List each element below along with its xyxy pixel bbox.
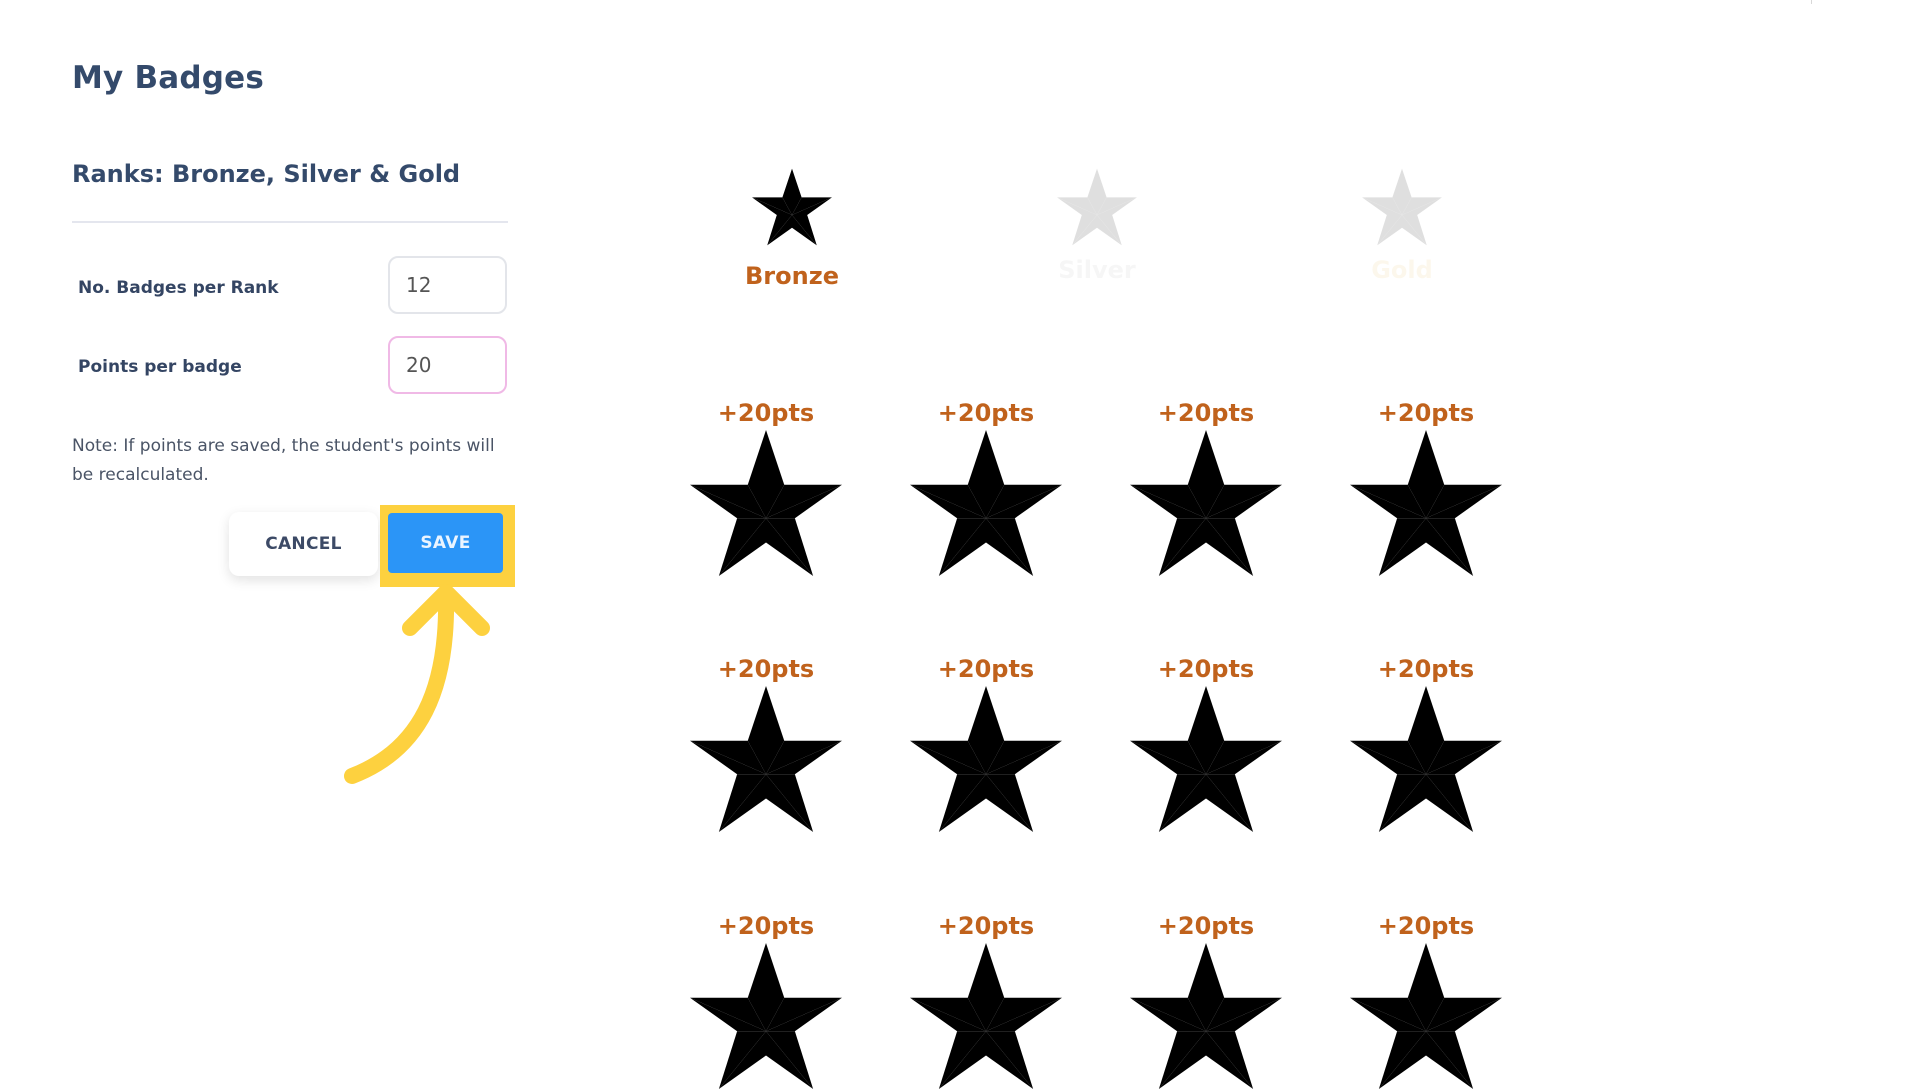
- badge-points: +20pts: [937, 655, 1035, 683]
- bronze-star-icon: [1130, 430, 1282, 576]
- page-title: My Badges: [72, 60, 265, 96]
- divider: [72, 221, 508, 223]
- badge-points: +20pts: [717, 655, 815, 683]
- bronze-star-icon: [690, 686, 842, 832]
- save-button[interactable]: SAVE: [388, 513, 503, 573]
- cancel-button[interactable]: CANCEL: [229, 512, 378, 576]
- rank-tab-gold[interactable]: Gold: [1322, 168, 1482, 284]
- badge-item[interactable]: +20pts: [906, 911, 1066, 1089]
- points-per-badge-input[interactable]: [388, 336, 507, 394]
- badge-item[interactable]: +20pts: [686, 398, 846, 576]
- badge-item[interactable]: +20pts: [906, 654, 1066, 832]
- badge-item[interactable]: +20pts: [1346, 398, 1506, 576]
- gold-star-icon: [1362, 168, 1442, 246]
- badges-per-rank-input[interactable]: [388, 256, 507, 314]
- badge-item[interactable]: +20pts: [906, 398, 1066, 576]
- badge-item[interactable]: +20pts: [1126, 398, 1286, 576]
- badge-item[interactable]: +20pts: [686, 654, 846, 832]
- badge-item[interactable]: +20pts: [1126, 911, 1286, 1089]
- badge-points: +20pts: [1157, 399, 1255, 427]
- silver-star-icon: [1057, 168, 1137, 246]
- bronze-star-icon: [1130, 686, 1282, 832]
- bronze-star-icon: [752, 168, 832, 246]
- badge-item[interactable]: +20pts: [1346, 654, 1506, 832]
- bronze-star-icon: [1350, 686, 1502, 832]
- badge-points: +20pts: [937, 399, 1035, 427]
- badge-points: +20pts: [1377, 399, 1475, 427]
- bronze-star-icon: [910, 943, 1062, 1089]
- bronze-star-icon: [910, 430, 1062, 576]
- badge-points: +20pts: [1157, 912, 1255, 940]
- pointer-arrow-icon: [344, 584, 490, 784]
- bronze-star-icon: [910, 686, 1062, 832]
- badges-per-rank-label: No. Badges per Rank: [78, 278, 279, 298]
- rank-tab-silver[interactable]: Silver: [1017, 168, 1177, 284]
- rank-tab-bronze[interactable]: Bronze: [712, 168, 872, 290]
- points-per-badge-label: Points per badge: [78, 357, 242, 377]
- badge-item[interactable]: +20pts: [686, 911, 846, 1089]
- bronze-star-icon: [690, 430, 842, 576]
- bronze-star-icon: [690, 943, 842, 1089]
- badge-points: +20pts: [937, 912, 1035, 940]
- rank-label: Silver: [1058, 256, 1136, 284]
- badge-points: +20pts: [1377, 655, 1475, 683]
- section-title: Ranks: Bronze, Silver & Gold: [72, 160, 461, 188]
- bronze-star-icon: [1350, 430, 1502, 576]
- top-separator: [1811, 0, 1812, 4]
- recalculation-note: Note: If points are saved, the student's…: [72, 436, 495, 485]
- badge-points: +20pts: [1377, 912, 1475, 940]
- badge-item[interactable]: +20pts: [1346, 911, 1506, 1089]
- bronze-star-icon: [1130, 943, 1282, 1089]
- badge-item[interactable]: +20pts: [1126, 654, 1286, 832]
- badge-points: +20pts: [717, 912, 815, 940]
- bronze-star-icon: [1350, 943, 1502, 1089]
- rank-label: Bronze: [745, 262, 839, 290]
- rank-label: Gold: [1371, 256, 1433, 284]
- badge-points: +20pts: [717, 399, 815, 427]
- badge-points: +20pts: [1157, 655, 1255, 683]
